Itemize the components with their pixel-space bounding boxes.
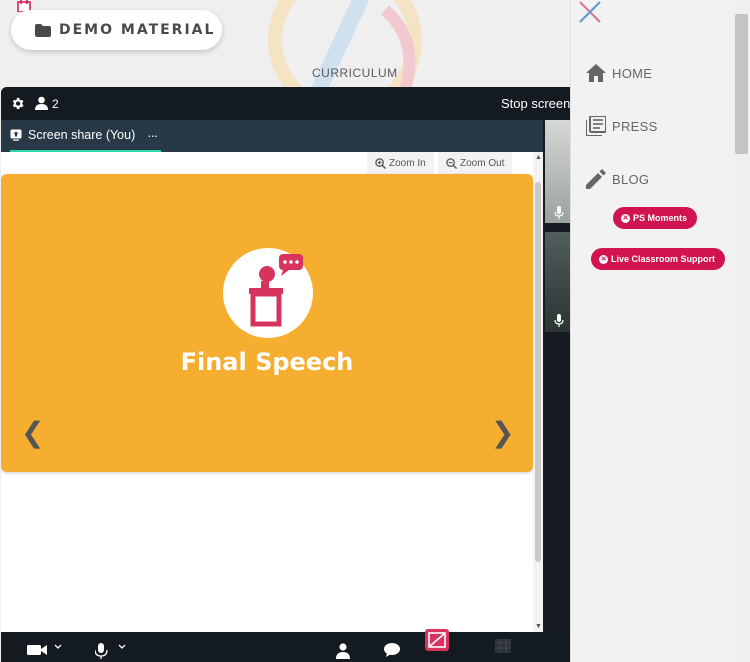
page-scroll-thumb[interactable]: [735, 14, 748, 154]
participant-video-1[interactable]: [545, 120, 570, 223]
zoom-meeting-window: 2 Stop screen Screen share (You) ··· Zoo…: [1, 87, 570, 662]
microphone-icon: [554, 314, 564, 327]
audio-button[interactable]: [94, 643, 129, 662]
zoom-in-icon: [375, 157, 386, 169]
live-classroom-support-button[interactable]: ✕ Live Classroom Support: [591, 248, 726, 270]
menu-item-blog[interactable]: BLOG: [586, 169, 649, 189]
side-menu-drawer: HOME PRESS BLOG ✕ PS Moments ✕ Live Clas…: [570, 0, 750, 662]
stop-share-icon: [425, 629, 449, 651]
share-tab-bar: Screen share (You) ···: [1, 120, 543, 152]
slide-title: Final Speech: [180, 348, 354, 376]
page-scrollbar[interactable]: [733, 0, 750, 662]
more-controls-button[interactable]: [495, 639, 511, 658]
participants-icon[interactable]: [35, 96, 48, 110]
participants-button[interactable]: [336, 643, 350, 662]
newspaper-icon: [586, 116, 606, 136]
shared-content-area: Zoom In Zoom Out Final Speech ❮ ❯ ▲ ▼: [1, 152, 543, 632]
scroll-down-icon[interactable]: ▼: [535, 623, 542, 630]
demo-material-button[interactable]: DEMO MATERIAL: [11, 10, 222, 50]
share-scrollbar[interactable]: ▲ ▼: [533, 152, 543, 632]
participant-video-2[interactable]: [545, 232, 570, 332]
screen-share-icon: [10, 129, 22, 141]
grid-icon: [495, 639, 511, 653]
microphone-icon: [554, 206, 564, 219]
menu-item-label: BLOG: [612, 171, 650, 187]
more-options-icon[interactable]: ···: [147, 128, 158, 143]
zoom-out-label: Zoom Out: [460, 157, 505, 169]
menu-item-home[interactable]: HOME: [586, 64, 652, 82]
slide-card: Final Speech ❮ ❯: [1, 174, 533, 472]
microphone-icon: [94, 643, 126, 659]
speaker-podium-icon: [249, 254, 303, 327]
home-icon: [586, 64, 606, 82]
pill-label: Live Classroom Support: [611, 254, 716, 264]
curriculum-link[interactable]: CURRICULUM: [312, 66, 398, 80]
zoom-control-bar: [1, 629, 570, 662]
chat-button[interactable]: [384, 643, 400, 662]
menu-item-label: HOME: [612, 65, 653, 81]
slide-illustration: [223, 248, 313, 338]
menu-item-press[interactable]: PRESS: [586, 116, 658, 136]
close-circle-icon: ✕: [599, 254, 608, 264]
participant-gallery: [543, 120, 570, 632]
pencil-icon: [586, 169, 606, 189]
tab-screen-share[interactable]: Screen share (You) ···: [10, 120, 162, 152]
close-circle-icon: ✕: [621, 213, 630, 223]
participant-count: 2: [52, 97, 59, 111]
previous-slide-button[interactable]: ❮: [21, 416, 44, 449]
chat-bubble-icon: [384, 643, 400, 657]
video-camera-icon: [27, 644, 62, 655]
scroll-thumb[interactable]: [535, 182, 541, 562]
next-slide-button[interactable]: ❯: [491, 416, 514, 449]
zoom-out-icon: [446, 157, 457, 169]
close-icon[interactable]: [578, 0, 602, 24]
person-icon: [336, 643, 350, 659]
folder-icon: [35, 23, 51, 37]
zoom-in-button[interactable]: Zoom In: [367, 152, 434, 174]
zoom-out-button[interactable]: Zoom Out: [438, 152, 513, 174]
stop-share-control[interactable]: [425, 629, 449, 656]
tab-label: Screen share (You): [28, 128, 136, 142]
stop-share-button[interactable]: Stop screen: [501, 96, 570, 111]
zoom-in-label: Zoom In: [389, 157, 426, 169]
video-button[interactable]: [27, 643, 63, 662]
scroll-up-icon[interactable]: ▲: [535, 154, 542, 161]
menu-item-label: PRESS: [612, 118, 658, 134]
ps-moments-button[interactable]: ✕ PS Moments: [613, 207, 698, 229]
gear-icon[interactable]: [10, 96, 25, 111]
pill-label: PS Moments: [633, 213, 688, 223]
demo-material-label: DEMO MATERIAL: [59, 22, 216, 38]
zoom-top-bar: 2 Stop screen: [1, 87, 570, 120]
